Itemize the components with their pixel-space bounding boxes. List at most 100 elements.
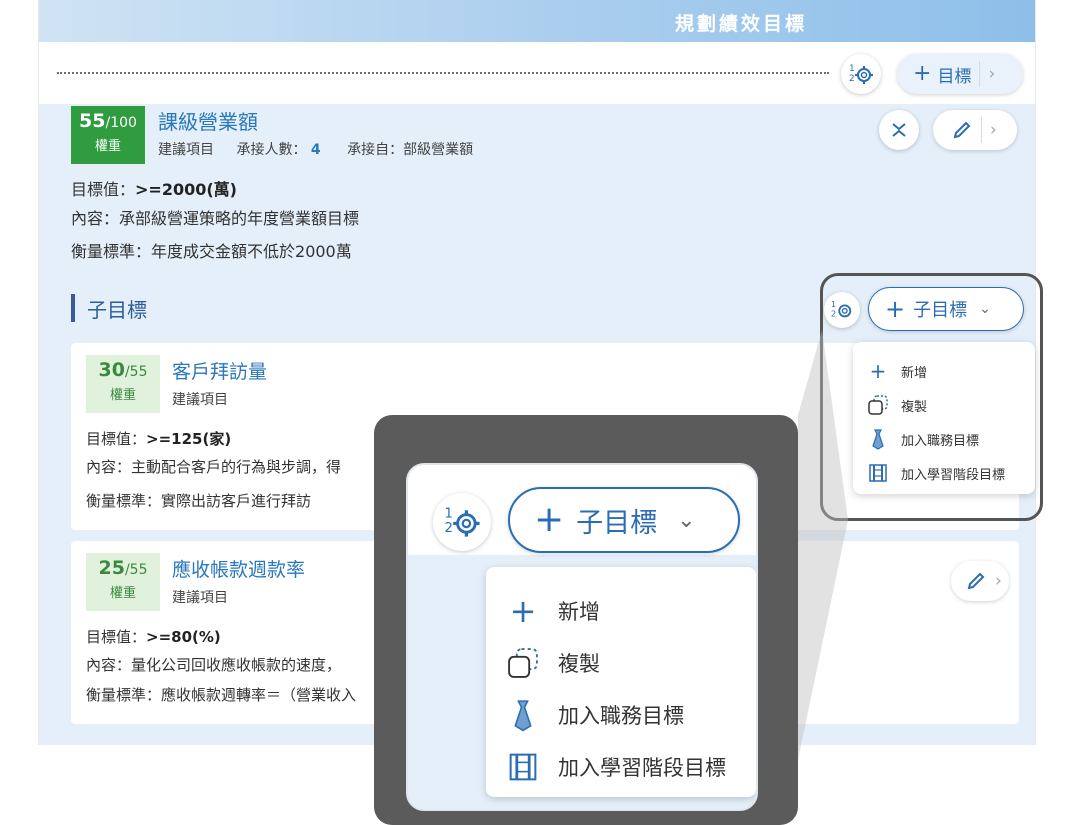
subgoal-dropdown-menu-zoomed: + 新增 複製 加入職務目標 加入學習階段目標 <box>486 567 756 797</box>
measure-label: 衡量標準： <box>86 492 162 510</box>
ladder-icon <box>869 464 887 482</box>
subgoal-target: 目標值：>=125(家) <box>86 428 231 449</box>
subgoal-weight-label: 權重 <box>109 586 136 601</box>
tie-icon <box>514 700 532 732</box>
menu-item-label: 新增 <box>558 600 600 624</box>
menu-item-label: 複製 <box>901 399 928 415</box>
svg-text:1: 1 <box>849 64 855 74</box>
target-label: 目標值： <box>71 180 136 199</box>
measure-label: 衡量標準： <box>86 686 162 704</box>
subgoal-content: 內容：量化公司回收應收帳款的速度， <box>86 654 341 675</box>
edit-subgoal-button[interactable]: › <box>951 561 1009 601</box>
pill-separator <box>979 61 981 87</box>
subgoal-settings-button[interactable]: 1 2 <box>824 292 860 328</box>
source-label: 承接自： <box>347 142 404 158</box>
collapse-button[interactable] <box>879 110 919 150</box>
assignees-label: 承接人數： <box>236 142 307 158</box>
goal-title[interactable]: 課級營業額 <box>158 106 258 135</box>
menu-item-learning-goal[interactable]: 加入學習階段目標 <box>867 456 1035 490</box>
subgoal-score-total: /55 <box>124 562 148 578</box>
svg-text:2: 2 <box>849 74 855 84</box>
subgoal-score-badge: 25/55 權重 <box>86 553 160 611</box>
subgoal-title[interactable]: 客戶拜訪量 <box>172 357 267 384</box>
target-label: 目標值： <box>86 430 147 448</box>
goal-meta: 建議項目 承接人數： 4 承接自：部級營業額 <box>158 139 473 159</box>
menu-item-job-goal[interactable]: 加入職務目標 <box>867 422 1035 456</box>
tie-icon <box>872 429 884 450</box>
assignees-count: 4 <box>310 142 321 158</box>
copy-icon <box>508 648 538 678</box>
top-toolbar: 1 2 + 目標 › <box>39 42 1035 104</box>
settings-button[interactable]: 1 2 <box>841 54 881 94</box>
menu-item-add[interactable]: + 新增 <box>867 354 1035 388</box>
source-value: 部級營業額 <box>403 142 474 158</box>
menu-item-label: 複製 <box>558 652 600 676</box>
goal-weight-label: 權重 <box>94 139 121 154</box>
add-subgoal-button-zoomed[interactable]: + 子目標 ⌄ <box>508 487 740 553</box>
menu-item-label: 新增 <box>901 365 928 381</box>
gear-numbers-icon: 1 2 <box>849 64 873 84</box>
svg-text:1: 1 <box>444 507 452 522</box>
chevron-down-icon: ⌄ <box>677 507 696 533</box>
add-subgoal-label: 子目標 <box>576 507 658 539</box>
target-value: >=125(家) <box>146 430 232 448</box>
menu-item-label: 加入職務目標 <box>558 704 684 728</box>
menu-item-job-goal[interactable]: 加入職務目標 <box>506 689 756 741</box>
measure-value: 實際出訪客戶進行拜訪 <box>161 492 312 510</box>
subgoal-type: 建議項目 <box>172 590 228 606</box>
menu-item-learning-goal[interactable]: 加入學習階段目標 <box>506 741 756 793</box>
chevron-right-icon: › <box>988 64 996 84</box>
title-bar: 規劃績效目標 <box>39 0 1035 42</box>
subgoal-score-total: /55 <box>124 364 148 380</box>
content-value: 量化公司回收應收帳款的速度， <box>131 656 342 674</box>
collapse-chevrons-icon <box>892 123 906 137</box>
add-subgoal-label: 子目標 <box>913 300 968 321</box>
content-label: 內容： <box>86 656 132 674</box>
goal-score-total: /100 <box>105 115 137 131</box>
subgoal-measure: 衡量標準：實際出訪客戶進行拜訪 <box>86 490 311 511</box>
menu-item-label: 加入學習階段目標 <box>901 467 1006 483</box>
target-label: 目標值： <box>86 628 147 646</box>
dotted-divider <box>57 72 829 74</box>
pencil-icon <box>967 572 985 590</box>
target-value: >=2000(萬) <box>135 180 237 199</box>
subgoal-score-badge: 30/55 權重 <box>86 355 160 413</box>
subgoals-header: 子目標 <box>71 294 147 322</box>
content-value: 主動配合客戶的行為與步調，得 <box>131 458 342 476</box>
menu-item-copy[interactable]: 複製 <box>867 388 1035 422</box>
subgoal-content: 內容：主動配合客戶的行為與步調，得 <box>86 456 341 477</box>
content-label: 內容： <box>71 209 120 228</box>
subgoal-settings-button-zoomed[interactable]: 1 2 <box>433 493 491 551</box>
add-goal-button[interactable]: + 目標 › <box>897 54 1023 94</box>
goal-measure: 衡量標準：年度成交金額不低於2000萬 <box>71 238 352 262</box>
menu-item-label: 加入職務目標 <box>901 433 980 449</box>
subgoal-score: 25 <box>98 557 125 579</box>
goal-content: 內容：承部級營運策略的年度營業額目標 <box>71 205 359 229</box>
ladder-icon <box>509 753 537 781</box>
copy-icon <box>868 395 888 415</box>
measure-label: 衡量標準： <box>71 242 152 261</box>
chevron-down-icon: ⌄ <box>979 301 991 317</box>
subgoal-target: 目標值：>=80(%) <box>86 626 221 647</box>
menu-item-copy[interactable]: 複製 <box>506 637 756 689</box>
measure-value: 應收帳款週轉率＝（營業收入 <box>161 686 357 704</box>
measure-value: 年度成交金額不低於2000萬 <box>151 242 352 261</box>
chevron-right-icon: › <box>995 571 1002 591</box>
svg-text:2: 2 <box>831 308 836 318</box>
edit-goal-button[interactable]: › <box>933 110 1017 150</box>
pill-separator <box>981 117 982 143</box>
add-subgoal-button[interactable]: + 子目標 ⌄ <box>868 287 1024 331</box>
subgoal-weight-label: 權重 <box>109 388 136 403</box>
subgoal-title[interactable]: 應收帳款週款率 <box>172 555 305 582</box>
page-title: 規劃績效目標 <box>674 13 807 35</box>
zoom-callout: 1 2 + 子目標 ⌄ + 新增 複製 加入職務目標 加入學習階段目標 <box>374 415 798 825</box>
subgoal-dropdown-menu: + 新增 複製 加入職務目標 加入學習階段目標 <box>853 342 1035 494</box>
chevron-right-icon: › <box>990 120 997 140</box>
zoom-content: 1 2 + 子目標 ⌄ + 新增 複製 加入職務目標 加入學習階段目標 <box>406 463 758 811</box>
svg-text:2: 2 <box>444 521 452 536</box>
content-label: 內容： <box>86 458 132 476</box>
gear-numbers-icon: 1 2 <box>444 507 480 537</box>
subgoal-measure: 衡量標準：應收帳款週轉率＝（營業收入 <box>86 684 356 705</box>
menu-item-add[interactable]: + 新增 <box>506 585 756 637</box>
pencil-icon <box>953 121 971 139</box>
